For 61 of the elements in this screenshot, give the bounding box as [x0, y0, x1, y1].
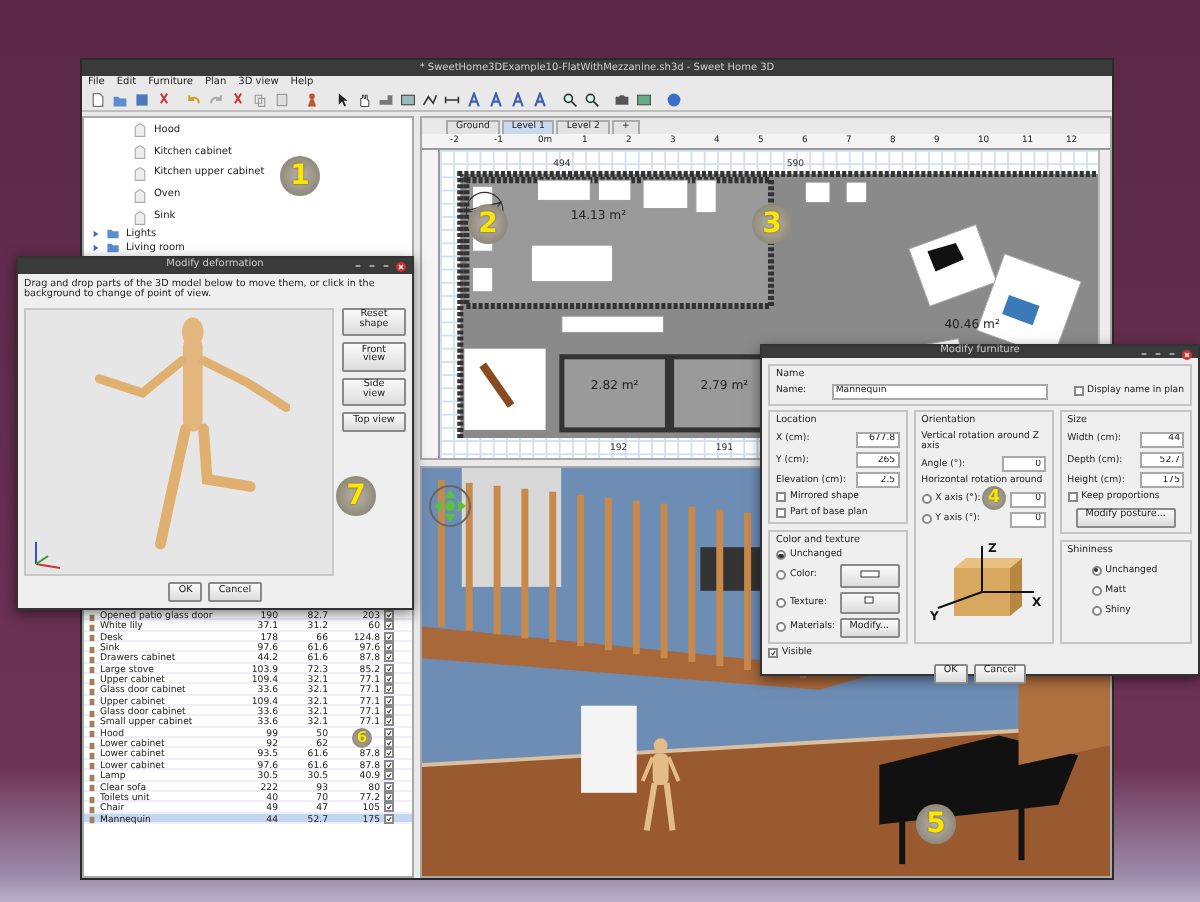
text-style-icon[interactable] [510, 91, 526, 107]
checkbox[interactable] [384, 781, 394, 791]
hand-icon[interactable] [356, 91, 372, 107]
rotation-cube-drawing [936, 544, 1035, 616]
radio-button[interactable] [776, 622, 786, 633]
save-icon[interactable] [134, 91, 150, 107]
checkbox[interactable] [1073, 386, 1084, 397]
checkbox[interactable] [768, 648, 778, 659]
radio-button[interactable] [1091, 585, 1102, 596]
radio-button[interactable] [1091, 565, 1102, 576]
radio-button[interactable] [1091, 605, 1102, 616]
checkbox[interactable] [384, 684, 394, 695]
folder-icon[interactable] [112, 91, 128, 107]
photo-icon[interactable] [636, 91, 652, 107]
person-icon[interactable] [304, 91, 320, 107]
checkbox[interactable] [776, 492, 786, 503]
checkbox[interactable] [384, 770, 394, 781]
checkbox[interactable] [384, 738, 394, 749]
text-style-icon[interactable] [466, 91, 482, 107]
checkbox[interactable] [384, 727, 394, 738]
navigation-arrows-icon[interactable] [428, 484, 472, 528]
checkbox[interactable] [384, 642, 394, 653]
color-button[interactable] [839, 564, 900, 588]
checkbox[interactable] [384, 620, 394, 631]
checkbox[interactable] [384, 706, 394, 717]
new-page-icon[interactable] [90, 91, 106, 107]
checkbox[interactable] [384, 695, 394, 706]
radio-button[interactable] [776, 597, 786, 608]
radio-button[interactable] [921, 514, 932, 525]
checkbox[interactable] [776, 507, 786, 518]
radio-button[interactable] [776, 570, 786, 581]
wall-icon[interactable] [378, 91, 394, 107]
close-icon[interactable] [396, 261, 406, 271]
radio-button[interactable] [776, 550, 786, 561]
checkbox[interactable] [384, 748, 394, 759]
dimension-icon[interactable] [444, 91, 460, 107]
radio-button[interactable] [921, 494, 932, 505]
axis-icon [30, 538, 62, 571]
checkbox[interactable] [384, 791, 394, 802]
color-swatch-icon [859, 569, 880, 578]
texture-swatch-icon [864, 596, 875, 605]
checkbox[interactable] [384, 716, 394, 727]
checkbox[interactable] [384, 674, 394, 685]
checkbox[interactable] [384, 802, 394, 813]
camera-icon[interactable] [614, 91, 630, 107]
room-icon[interactable] [400, 91, 416, 107]
close-icon[interactable] [1182, 349, 1192, 359]
zoom-in-icon[interactable] [562, 91, 578, 107]
checkbox[interactable] [384, 652, 394, 663]
text-style-icon[interactable] [532, 91, 548, 107]
polyline-icon[interactable] [422, 91, 438, 107]
checkbox[interactable] [384, 813, 394, 824]
pointer-icon[interactable] [334, 91, 350, 107]
checkbox[interactable] [384, 759, 394, 770]
checkbox[interactable] [384, 631, 394, 642]
checkbox[interactable] [1067, 492, 1078, 503]
text-style-icon[interactable] [488, 91, 504, 107]
checkbox[interactable] [384, 663, 394, 674]
zoom-out-icon[interactable] [584, 91, 600, 107]
checkbox[interactable] [384, 610, 394, 620]
texture-button[interactable] [839, 591, 900, 614]
